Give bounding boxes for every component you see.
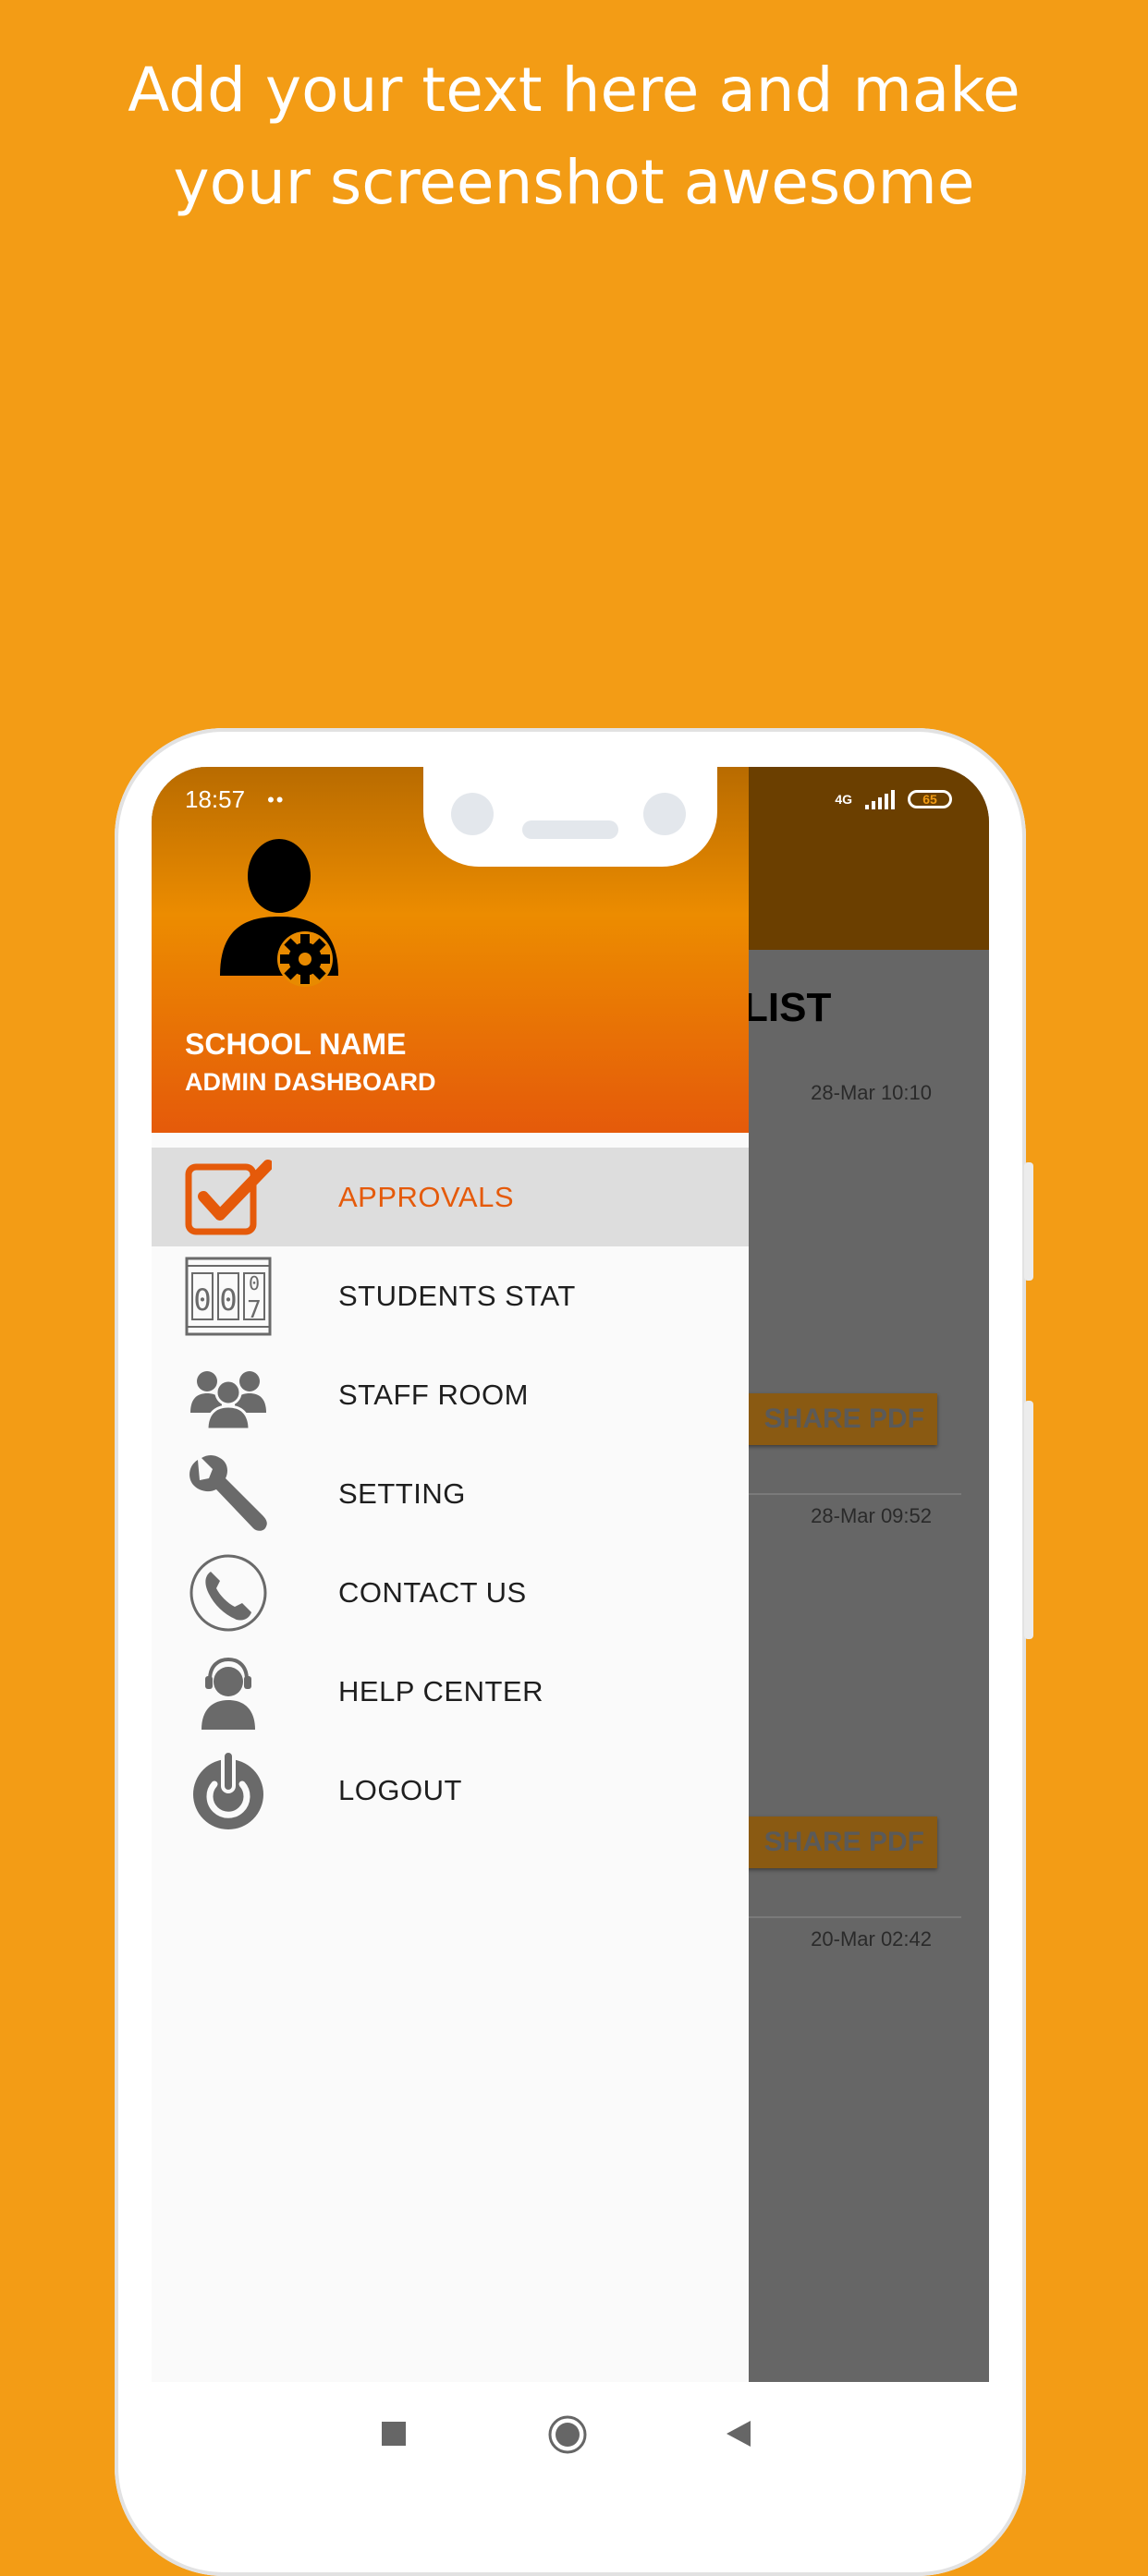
battery-level: 65 <box>922 792 937 807</box>
menu-label: STAFF ROOM <box>338 1378 529 1411</box>
school-name: SCHOOL NAME <box>185 1027 407 1061</box>
menu-label: LOGOUT <box>338 1773 462 1806</box>
notification-dots: •• <box>267 787 286 811</box>
front-sensor <box>643 793 686 835</box>
recent-apps-icon[interactable] <box>381 2421 407 2447</box>
promo-headline: Add your text here and make your screens… <box>0 44 1148 229</box>
signal-icon <box>865 789 895 809</box>
promo-line-1: Add your text here and make <box>128 55 1020 126</box>
svg-text:0: 0 <box>219 1282 237 1318</box>
menu-item-logout[interactable]: LOGOUT <box>152 1741 749 1840</box>
entry-date: 20-Mar 02:42 <box>811 1927 932 1950</box>
status-time: 18:57 <box>185 785 246 813</box>
home-icon[interactable] <box>548 2415 587 2454</box>
menu-item-setting[interactable]: SETTING <box>152 1444 749 1543</box>
network-type: 4G <box>835 792 852 807</box>
phone-icon <box>189 1554 267 1632</box>
power-icon <box>193 1751 263 1829</box>
dashboard-subtitle: ADMIN DASHBOARD <box>185 1068 436 1096</box>
drawer-menu: APPROVALS 0 0 7 0 STUDENTS STAT STAFF RO… <box>152 1148 749 1840</box>
admin-avatar-icon <box>220 839 338 987</box>
menu-item-staff-room[interactable]: STAFF ROOM <box>152 1345 749 1444</box>
menu-item-students-stat[interactable]: 0 0 7 0 STUDENTS STAT <box>152 1246 749 1345</box>
counter-icon: 0 0 7 0 <box>185 1257 272 1336</box>
share-pdf-button[interactable]: SHARE PDF <box>743 1393 937 1445</box>
system-navigation-bar <box>152 2382 989 2484</box>
front-camera <box>451 793 494 835</box>
menu-item-contact-us[interactable]: CONTACT US <box>152 1543 749 1642</box>
status-time-area: 18:57 •• <box>185 785 285 814</box>
navigation-drawer: 18:57 •• SCHOOL NAME ADMIN DASHBOARD APP… <box>152 767 749 2382</box>
approval-checkbox-icon <box>185 1160 272 1235</box>
divider <box>743 1916 961 1918</box>
back-icon[interactable] <box>725 2419 754 2448</box>
divider <box>743 1493 961 1495</box>
status-icons: 4G 65 <box>835 789 952 809</box>
entry-date: 28-Mar 10:10 <box>811 1081 932 1104</box>
power-button <box>1024 1401 1033 1639</box>
menu-label: CONTACT US <box>338 1575 527 1609</box>
menu-label: HELP CENTER <box>338 1674 543 1707</box>
support-agent-icon <box>202 1657 255 1730</box>
menu-item-help-center[interactable]: HELP CENTER <box>152 1642 749 1741</box>
list-title: LIST <box>743 985 832 1030</box>
menu-label: STUDENTS STAT <box>338 1279 576 1312</box>
entry-date: 28-Mar 09:52 <box>811 1504 932 1527</box>
phone-screen: 4G 65 LIST 28-Mar 10:10 SHARE PDF 28-Mar… <box>152 767 989 2382</box>
menu-item-approvals[interactable]: APPROVALS <box>152 1148 749 1246</box>
menu-label: APPROVALS <box>338 1180 515 1213</box>
svg-text:0: 0 <box>249 1272 260 1294</box>
wrench-icon <box>189 1455 267 1531</box>
volume-button <box>1024 1162 1033 1281</box>
svg-text:0: 0 <box>193 1282 211 1318</box>
staff-group-icon <box>190 1371 266 1431</box>
menu-label: SETTING <box>338 1476 466 1510</box>
battery-icon: 65 <box>908 790 952 808</box>
promo-line-2: your screenshot awesome <box>173 147 975 218</box>
svg-text:7: 7 <box>247 1296 262 1324</box>
share-pdf-button[interactable]: SHARE PDF <box>743 1817 937 1868</box>
earpiece-speaker <box>522 820 618 839</box>
